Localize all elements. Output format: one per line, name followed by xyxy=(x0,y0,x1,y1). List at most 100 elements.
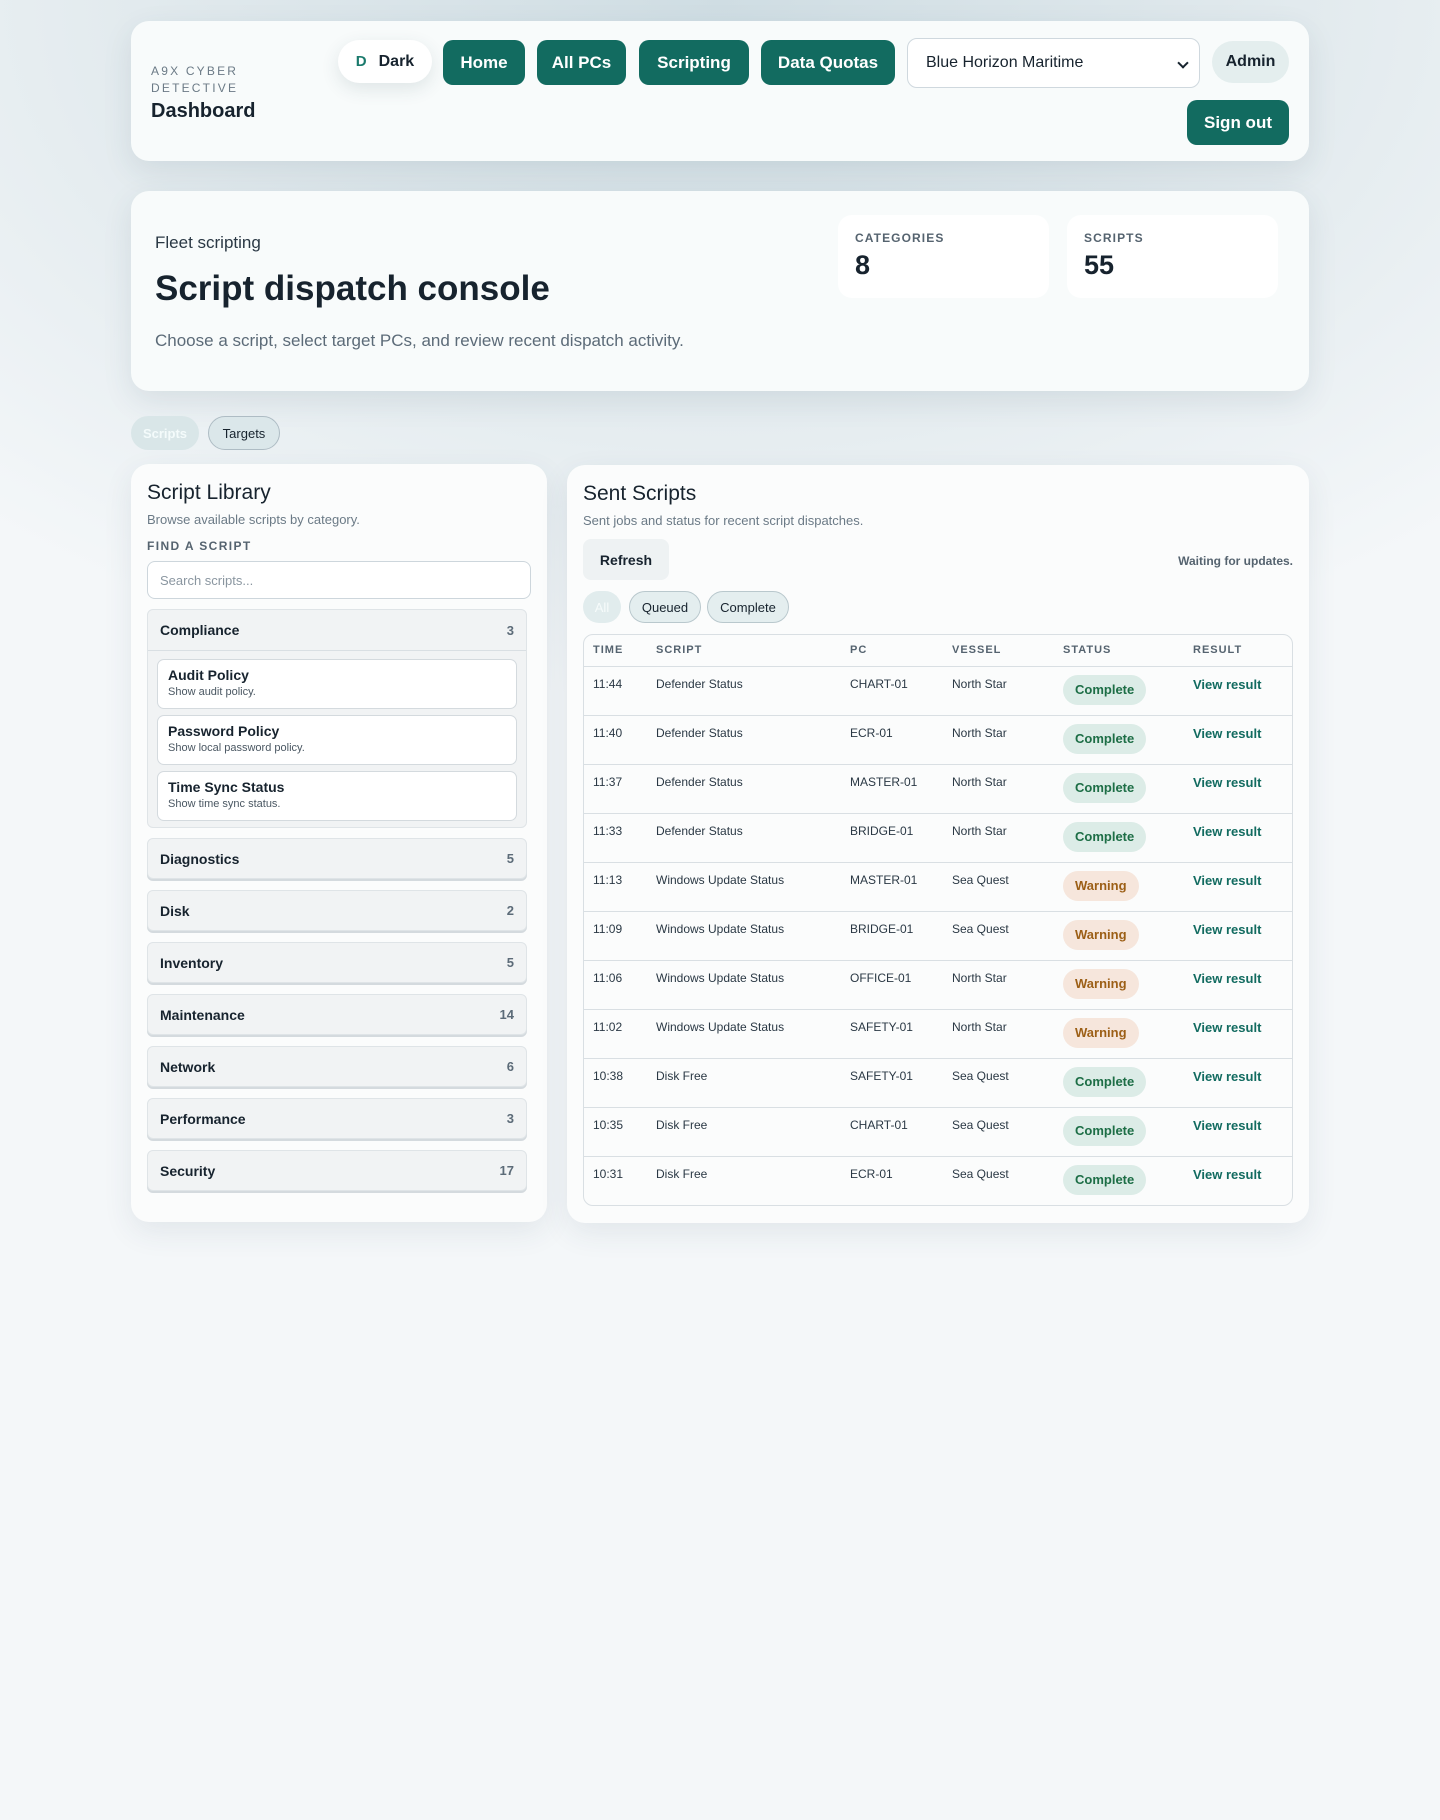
category-security[interactable]: Security 17 xyxy=(147,1150,527,1191)
company-select[interactable]: Blue Horizon Maritime xyxy=(907,38,1200,88)
cell-time: 11:33 xyxy=(584,813,647,863)
status-badge: Warning xyxy=(1063,870,1139,901)
column-header-script[interactable]: SCRIPT xyxy=(647,635,841,667)
nav-all-pcs-button[interactable]: All PCs xyxy=(537,40,626,85)
status-badge: Complete xyxy=(1063,1115,1147,1146)
category-header[interactable]: Compliance 3 xyxy=(148,610,526,650)
filter-complete[interactable]: Complete xyxy=(707,591,789,623)
cell-result: View result xyxy=(1184,1009,1292,1059)
nav-home-button[interactable]: Home xyxy=(443,40,525,85)
brand-subtitle: A9X CYBER DETECTIVE xyxy=(151,64,239,95)
cell-time: 10:38 xyxy=(584,1058,647,1108)
view-result-link[interactable]: View result xyxy=(1193,677,1261,692)
cell-pc: SAFETY-01 xyxy=(841,1009,943,1059)
script-search-input[interactable] xyxy=(147,561,531,599)
column-header-time[interactable]: TIME xyxy=(584,635,647,667)
cell-result: View result xyxy=(1184,764,1292,814)
cell-pc: CHART-01 xyxy=(841,666,943,716)
sign-out-button[interactable]: Sign out xyxy=(1187,100,1289,145)
view-result-link[interactable]: View result xyxy=(1193,726,1261,741)
view-result-link[interactable]: View result xyxy=(1193,1020,1261,1035)
top-header: A9X CYBER DETECTIVE Dashboard D Dark Hom… xyxy=(131,21,1309,161)
cell-result: View result xyxy=(1184,666,1292,716)
stat-value: 55 xyxy=(1084,250,1115,280)
category-diagnostics[interactable]: Diagnostics 5 xyxy=(147,838,527,879)
cell-script: Windows Update Status xyxy=(647,1009,841,1059)
category-inventory[interactable]: Inventory 5 xyxy=(147,942,527,983)
cell-status: Warning xyxy=(1054,911,1184,961)
cell-time: 11:09 xyxy=(584,911,647,961)
view-result-link[interactable]: View result xyxy=(1193,775,1261,790)
column-header-status[interactable]: STATUS xyxy=(1054,635,1184,667)
stat-label: SCRIPTS xyxy=(1084,231,1144,245)
view-result-link[interactable]: View result xyxy=(1193,1069,1261,1084)
sent-scripts-subtitle: Sent jobs and status for recent script d… xyxy=(583,513,864,528)
view-result-link[interactable]: View result xyxy=(1193,824,1261,839)
category-count: 5 xyxy=(506,851,514,866)
filter-all[interactable]: All xyxy=(583,591,621,623)
cell-status: Complete xyxy=(1054,764,1184,814)
table-row: 10:35 Disk Free CHART-01 Sea Quest Complete V… xyxy=(584,1107,1292,1157)
script-item-audit-policy[interactable]: Audit Policy Show audit policy. xyxy=(157,659,517,709)
theme-icon: D xyxy=(355,53,367,70)
cell-result: View result xyxy=(1184,862,1292,912)
status-badge: Complete xyxy=(1063,1066,1147,1097)
cell-pc: ECR-01 xyxy=(850,1166,893,1181)
status-badge: Complete xyxy=(1063,674,1147,705)
category-network[interactable]: Network 6 xyxy=(147,1046,527,1087)
filter-queued[interactable]: Queued xyxy=(629,591,701,623)
category-name: Network xyxy=(160,1058,216,1075)
view-result-link[interactable]: View result xyxy=(1193,873,1261,888)
status-badge: Warning xyxy=(1063,968,1139,999)
sent-scripts-title: Sent Scripts xyxy=(583,482,697,505)
library-title: Script Library xyxy=(147,481,271,504)
category-name: Inventory xyxy=(160,954,224,971)
view-result-link[interactable]: View result xyxy=(1193,1167,1261,1182)
cell-vessel: Sea Quest xyxy=(943,1107,1054,1157)
column-header-pc[interactable]: PC xyxy=(841,635,943,667)
category-name: Performance xyxy=(160,1110,246,1127)
view-result-link[interactable]: View result xyxy=(1193,1118,1261,1133)
cell-vessel: North Star xyxy=(943,715,1054,765)
refresh-button[interactable]: Refresh xyxy=(583,539,669,580)
chevron-down-icon xyxy=(1177,57,1189,69)
cell-status: Warning xyxy=(1054,960,1184,1010)
view-result-link[interactable]: View result xyxy=(1193,971,1261,986)
page-title: Script dispatch console xyxy=(155,269,550,308)
column-header-vessel[interactable]: VESSEL xyxy=(943,635,1054,667)
cell-pc: MASTER-01 xyxy=(841,764,943,814)
script-item-time-sync-status[interactable]: Time Sync Status Show time sync status. xyxy=(157,771,517,821)
cell-status: Complete xyxy=(1054,1107,1184,1157)
cell-status: Complete xyxy=(1054,715,1184,765)
column-header-result[interactable]: RESULT xyxy=(1184,635,1292,667)
theme-toggle-button[interactable]: D Dark xyxy=(338,40,432,83)
category-maintenance[interactable]: Maintenance 14 xyxy=(147,994,527,1035)
cell-vessel: North Star xyxy=(943,813,1054,863)
tab-scripts[interactable]: Scripts xyxy=(131,416,199,450)
cell-time: 11:02 xyxy=(584,1009,647,1059)
cell-status: Complete xyxy=(1054,1156,1184,1205)
table-row: 11:02 Windows Update Status SAFETY-01 North… xyxy=(584,1009,1292,1059)
nav-data-quotas-button[interactable]: Data Quotas xyxy=(761,40,895,85)
cell-result: View result xyxy=(1184,715,1292,765)
cell-result: View result xyxy=(1184,1156,1292,1205)
category-performance[interactable]: Performance 3 xyxy=(147,1098,527,1139)
nav-scripting-button[interactable]: Scripting xyxy=(639,40,749,85)
category-count: 2 xyxy=(506,903,514,918)
category-count: 5 xyxy=(506,955,514,970)
cell-pc: BRIDGE-01 xyxy=(841,813,943,863)
update-status-text: Waiting for updates. xyxy=(1178,554,1293,568)
script-item-password-policy[interactable]: Password Policy Show local password poli… xyxy=(157,715,517,765)
cell-vessel: North Star xyxy=(943,666,1054,716)
cell-pc: OFFICE-01 xyxy=(841,960,943,1010)
cell-result: View result xyxy=(1184,813,1292,863)
cell-status: Warning xyxy=(1054,862,1184,912)
view-result-link[interactable]: View result xyxy=(1193,922,1261,937)
cell-script: Windows Update Status xyxy=(647,862,841,912)
cell-script: Windows Update Status xyxy=(647,911,841,961)
table-body: 11:44 Defender Status CHART-01 North Star Co… xyxy=(584,666,1292,1205)
tab-targets[interactable]: Targets xyxy=(208,416,280,450)
cell-vessel: North Star xyxy=(943,764,1054,814)
table-row: 11:06 Windows Update Status OFFICE-01 North… xyxy=(584,960,1292,1010)
category-disk[interactable]: Disk 2 xyxy=(147,890,527,931)
